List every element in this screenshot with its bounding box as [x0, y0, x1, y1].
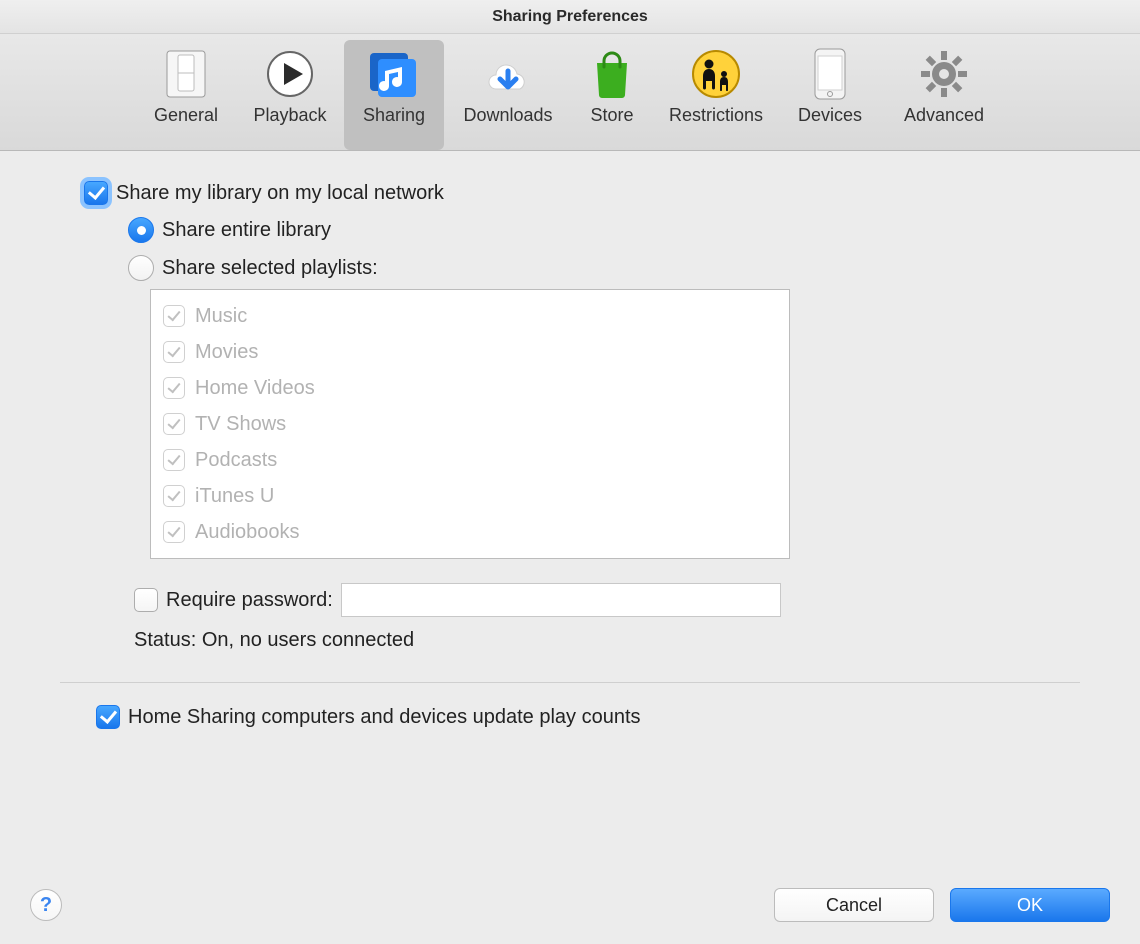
tab-label: Store — [572, 105, 652, 126]
tab-label: Playback — [240, 105, 340, 126]
tab-sharing[interactable]: Sharing — [344, 40, 444, 150]
playlist-row: Movies — [163, 334, 777, 370]
home-sharing-checkbox[interactable] — [96, 705, 120, 729]
playlist-label: Podcasts — [195, 449, 277, 472]
playlist-checkbox — [163, 305, 185, 327]
window-titlebar: Sharing Preferences — [0, 0, 1140, 34]
share-library-checkbox[interactable] — [84, 181, 108, 205]
share-entire-label: Share entire library — [162, 219, 331, 242]
tab-label: Devices — [780, 105, 880, 126]
playlist-row: Home Videos — [163, 370, 777, 406]
tab-label: Advanced — [884, 105, 1004, 126]
switch-icon — [136, 46, 236, 101]
playlists-list[interactable]: Music Movies Home Videos TV Shows Podcas… — [150, 289, 790, 559]
playlist-label: iTunes U — [195, 485, 274, 508]
tab-playback[interactable]: Playback — [240, 40, 340, 150]
help-icon: ? — [40, 894, 52, 917]
playlist-label: Audiobooks — [195, 521, 300, 544]
tab-restrictions[interactable]: Restrictions — [656, 40, 776, 150]
playlist-row: Audiobooks — [163, 514, 777, 550]
divider — [60, 682, 1080, 683]
share-entire-radio[interactable] — [128, 217, 154, 243]
tab-general[interactable]: General — [136, 40, 236, 150]
ok-label: OK — [1017, 895, 1043, 916]
preferences-toolbar: General Playback Sharing Downloa — [0, 34, 1140, 151]
sharing-pane: Share my library on my local network Sha… — [0, 151, 1140, 761]
playlist-checkbox — [163, 341, 185, 363]
share-selected-label: Share selected playlists: — [162, 257, 378, 280]
share-library-label: Share my library on my local network — [116, 182, 444, 205]
playlist-row: Podcasts — [163, 442, 777, 478]
share-selected-radio[interactable] — [128, 255, 154, 281]
tab-advanced[interactable]: Advanced — [884, 40, 1004, 150]
tab-label: Downloads — [448, 105, 568, 126]
tab-devices[interactable]: Devices — [780, 40, 880, 150]
playlist-checkbox — [163, 377, 185, 399]
phone-icon — [780, 46, 880, 101]
tab-label: Restrictions — [656, 105, 776, 126]
download-cloud-icon — [448, 46, 568, 101]
password-input[interactable] — [341, 583, 781, 617]
playlist-checkbox — [163, 449, 185, 471]
help-button[interactable]: ? — [30, 889, 62, 921]
home-sharing-label: Home Sharing computers and devices updat… — [128, 706, 641, 729]
playlist-label: Music — [195, 305, 247, 328]
tab-downloads[interactable]: Downloads — [448, 40, 568, 150]
dialog-footer: ? Cancel OK — [0, 888, 1140, 922]
playlist-checkbox — [163, 485, 185, 507]
playlist-row: iTunes U — [163, 478, 777, 514]
tab-label: General — [136, 105, 236, 126]
playlist-label: TV Shows — [195, 413, 286, 436]
playlist-checkbox — [163, 413, 185, 435]
play-icon — [240, 46, 340, 101]
status-label: Status: On, no users connected — [134, 629, 414, 652]
playlist-label: Home Videos — [195, 377, 315, 400]
window-title: Sharing Preferences — [492, 8, 648, 26]
tab-store[interactable]: Store — [572, 40, 652, 150]
playlist-checkbox — [163, 521, 185, 543]
gear-icon — [884, 46, 1004, 101]
ok-button[interactable]: OK — [950, 888, 1110, 922]
cancel-label: Cancel — [826, 895, 882, 916]
playlist-row: Music — [163, 298, 777, 334]
music-files-icon — [344, 46, 444, 101]
require-password-label: Require password: — [166, 589, 333, 612]
playlist-label: Movies — [195, 341, 258, 364]
parental-icon — [656, 46, 776, 101]
cancel-button[interactable]: Cancel — [774, 888, 934, 922]
tab-label: Sharing — [344, 105, 444, 126]
playlist-row: TV Shows — [163, 406, 777, 442]
require-password-checkbox[interactable] — [134, 588, 158, 612]
shopping-bag-icon — [572, 46, 652, 101]
